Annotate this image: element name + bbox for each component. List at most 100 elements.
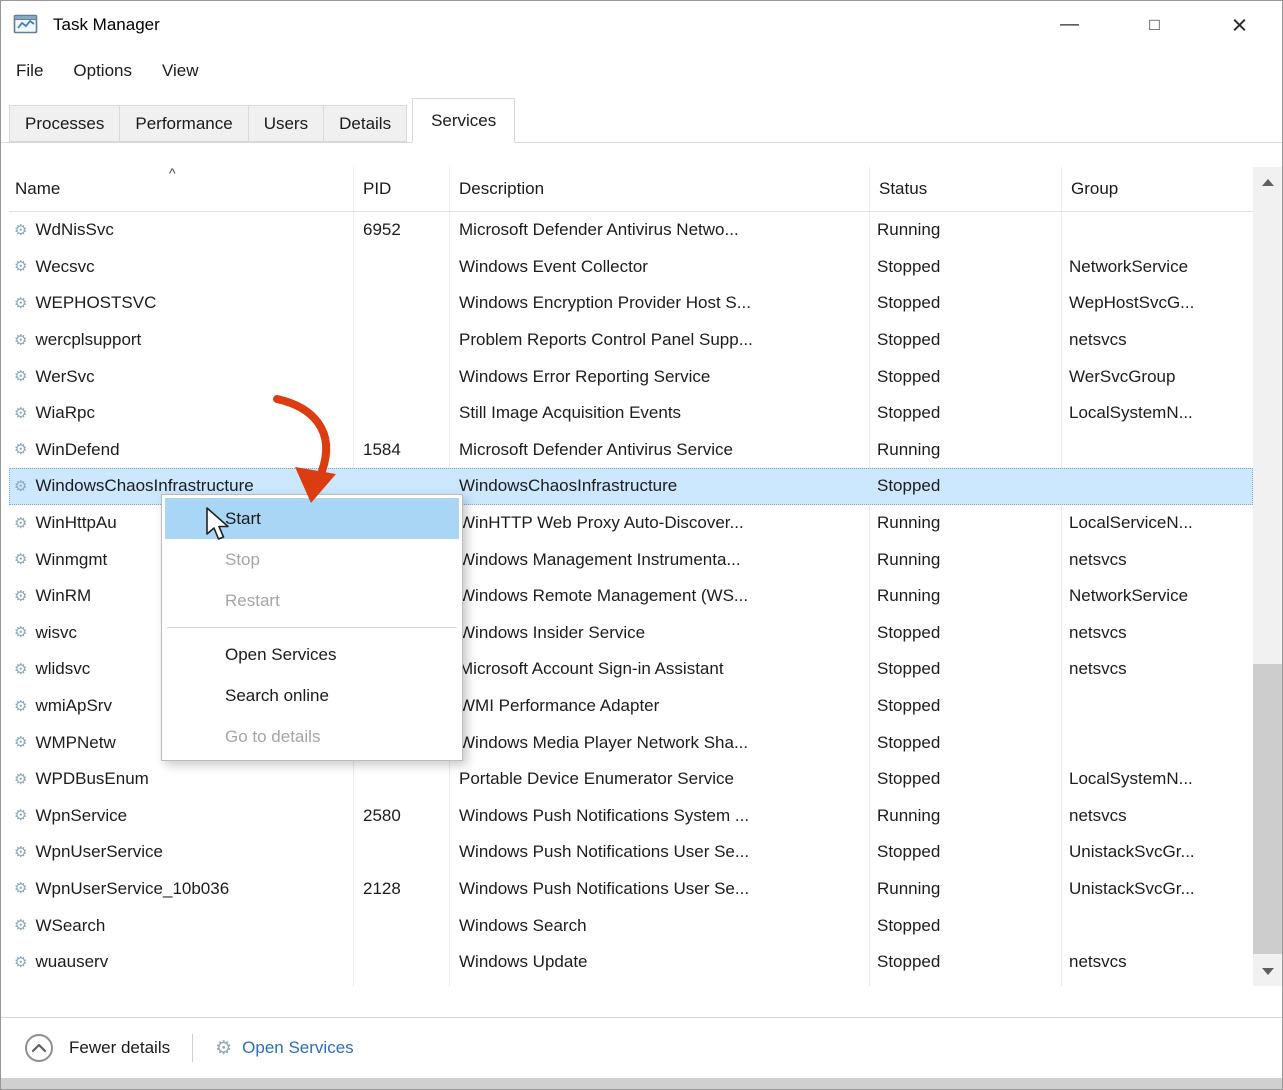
service-gear-icon: ⚙ bbox=[14, 699, 27, 714]
cell-status: Stopped bbox=[869, 330, 1061, 350]
service-row[interactable]: ⚙wuauservWindows UpdateStoppednetsvcs bbox=[9, 944, 1253, 981]
scroll-up-button[interactable] bbox=[1253, 167, 1282, 197]
service-row[interactable]: ⚙WpnUserService_10b0362128Windows Push N… bbox=[9, 871, 1253, 908]
service-row[interactable]: ⚙WpnUserService Windows Push Notification… bbox=[9, 834, 1253, 871]
cell-name: ⚙WSearch bbox=[9, 916, 353, 936]
cell-group: WepHostSvcG... bbox=[1061, 293, 1253, 313]
tab-strip: ProcessesPerformanceUsersDetailsServices bbox=[1, 93, 1282, 143]
cell-status: Running bbox=[869, 550, 1061, 570]
service-row[interactable]: ⚙WdNisSvc6952Microsoft Defender Antiviru… bbox=[9, 212, 1253, 249]
column-header-description[interactable]: Description bbox=[449, 167, 869, 211]
cell-group: NetworkService bbox=[1061, 586, 1253, 606]
menu-item-open-services[interactable]: Open Services bbox=[165, 634, 459, 675]
service-name: WiaRpc bbox=[35, 403, 95, 423]
tab-performance[interactable]: Performance bbox=[119, 105, 248, 142]
cell-group: netsvcs bbox=[1061, 623, 1253, 643]
maximize-button[interactable]: □ bbox=[1112, 1, 1197, 49]
column-header-name[interactable]: Name^ bbox=[9, 167, 353, 211]
open-services-label: Open Services bbox=[242, 1038, 354, 1058]
cell-description: Windows Management Instrumenta... bbox=[449, 550, 869, 570]
cell-name: ⚙WpnUserService bbox=[9, 842, 353, 862]
cell-description: WMI Performance Adapter bbox=[449, 696, 869, 716]
cell-description: Microsoft Account Sign-in Assistant bbox=[449, 659, 869, 679]
service-gear-icon: ⚙ bbox=[14, 333, 27, 348]
column-header-pid[interactable]: PID bbox=[353, 167, 449, 211]
cell-name: ⚙WEPHOSTSVC bbox=[9, 293, 353, 313]
service-row[interactable]: ⚙WEPHOSTSVCWindows Encryption Provider H… bbox=[9, 285, 1253, 322]
close-button[interactable]: × bbox=[1197, 1, 1282, 49]
service-gear-icon: ⚙ bbox=[14, 589, 27, 604]
cell-name: ⚙Wecsvc bbox=[9, 257, 353, 277]
scroll-down-icon bbox=[1262, 968, 1274, 975]
service-row[interactable]: ⚙wercplsupportProblem Reports Control Pa… bbox=[9, 322, 1253, 359]
menu-file[interactable]: File bbox=[1, 61, 58, 81]
minimize-button[interactable]: — bbox=[1027, 1, 1112, 49]
cell-status: Running bbox=[869, 586, 1061, 606]
cell-group: WerSvcGroup bbox=[1061, 367, 1253, 387]
menu-item-start[interactable]: Start bbox=[165, 498, 459, 539]
service-row[interactable]: ⚙WpnService2580Windows Push Notification… bbox=[9, 798, 1253, 835]
scroll-down-button[interactable] bbox=[1253, 956, 1282, 986]
menu-view[interactable]: View bbox=[147, 61, 214, 81]
menu-separator bbox=[167, 627, 457, 628]
tab-processes[interactable]: Processes bbox=[9, 105, 120, 142]
cell-description: Windows Push Notifications User Se... bbox=[449, 879, 869, 899]
tab-users[interactable]: Users bbox=[248, 105, 324, 142]
cell-description: Windows Search bbox=[449, 916, 869, 936]
cell-status: Stopped bbox=[869, 842, 1061, 862]
cell-description: Windows Push Notifications User Se... bbox=[449, 842, 869, 862]
scroll-up-icon bbox=[1262, 179, 1274, 186]
service-gear-icon: ⚙ bbox=[14, 918, 27, 933]
service-row[interactable]: ⚙WSearch Windows SearchStopped bbox=[9, 907, 1253, 944]
cell-description: Windows Media Player Network Sha... bbox=[449, 733, 869, 753]
service-row[interactable]: ⚙WecsvcWindows Event CollectorStoppedNet… bbox=[9, 249, 1253, 286]
cell-description: WindowsChaosInfrastructure bbox=[449, 476, 869, 496]
scrollbar-thumb[interactable] bbox=[1253, 664, 1282, 954]
service-row[interactable]: ⚙WerSvcWindows Error Reporting ServiceSt… bbox=[9, 358, 1253, 395]
service-gear-icon: ⚙ bbox=[14, 406, 27, 421]
service-name: WinHttpAu bbox=[35, 513, 116, 533]
cell-status: Stopped bbox=[869, 916, 1061, 936]
cell-description: WinHTTP Web Proxy Auto-Discover... bbox=[449, 513, 869, 533]
title-bar: Task Manager — □ × bbox=[1, 1, 1282, 49]
cell-group: UnistackSvcGr... bbox=[1061, 842, 1253, 862]
cell-name: ⚙WPDBusEnum bbox=[9, 769, 353, 789]
service-name: WEPHOSTSVC bbox=[35, 293, 156, 313]
task-manager-icon bbox=[13, 13, 39, 37]
cell-status: Stopped bbox=[869, 257, 1061, 277]
cell-status: Stopped bbox=[869, 476, 1061, 496]
service-row[interactable]: ⚙WinDefend1584Microsoft Defender Antivir… bbox=[9, 432, 1253, 469]
cell-status: Running bbox=[869, 513, 1061, 533]
tab-details[interactable]: Details bbox=[323, 105, 407, 142]
window-controls: — □ × bbox=[1027, 1, 1282, 49]
cell-name: ⚙WpnService bbox=[9, 806, 353, 826]
vertical-scrollbar[interactable] bbox=[1253, 167, 1282, 986]
menu-item-go-to-details: Go to details bbox=[165, 716, 459, 757]
cell-status: Stopped bbox=[869, 403, 1061, 423]
column-label: PID bbox=[363, 179, 391, 199]
fewer-details-button[interactable]: Fewer details bbox=[25, 1034, 170, 1062]
service-gear-icon: ⚙ bbox=[14, 662, 27, 677]
open-services-link[interactable]: ⚙ Open Services bbox=[215, 1038, 354, 1058]
cell-description: Portable Device Enumerator Service bbox=[449, 769, 869, 789]
cell-group: UnistackSvcGr... bbox=[1061, 879, 1253, 899]
service-name: WinRM bbox=[35, 586, 91, 606]
cell-description: Microsoft Defender Antivirus Netwo... bbox=[449, 220, 869, 240]
service-gear-icon: ⚙ bbox=[14, 955, 27, 970]
menu-options[interactable]: Options bbox=[58, 61, 147, 81]
service-name: wuauserv bbox=[35, 952, 108, 972]
column-header-status[interactable]: Status bbox=[869, 167, 1061, 211]
service-gear-icon: ⚙ bbox=[14, 772, 27, 787]
service-gear-icon: ⚙ bbox=[14, 735, 27, 750]
service-row[interactable]: ⚙WPDBusEnum Portable Device Enumerator Se… bbox=[9, 761, 1253, 798]
tab-services[interactable]: Services bbox=[412, 98, 515, 143]
cell-description: Problem Reports Control Panel Supp... bbox=[449, 330, 869, 350]
sort-ascending-icon: ^ bbox=[169, 167, 176, 180]
menu-item-search-online[interactable]: Search online bbox=[165, 675, 459, 716]
cell-description: Still Image Acquisition Events bbox=[449, 403, 869, 423]
service-row[interactable]: ⚙ WiaRpc Still Image Acquisition EventsSto… bbox=[9, 395, 1253, 432]
service-gear-icon: ⚙ bbox=[14, 808, 27, 823]
column-header-group[interactable]: Group bbox=[1061, 167, 1253, 211]
cell-status: Stopped bbox=[869, 623, 1061, 643]
service-gear-icon: ⚙ bbox=[14, 552, 27, 567]
